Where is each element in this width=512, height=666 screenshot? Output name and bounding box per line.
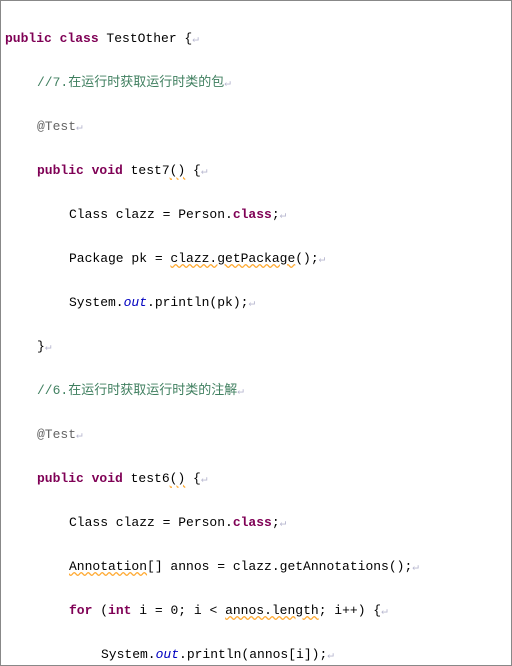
code: ; [272, 515, 280, 530]
code: System. [101, 647, 156, 662]
code: ; [272, 207, 280, 222]
keyword: int [108, 603, 139, 618]
code: ( [100, 603, 108, 618]
type: Annotation [69, 559, 147, 574]
crlf-icon: ↵ [76, 430, 83, 442]
code-line: for (int i = 0; i < annos.length; i++) {… [5, 600, 507, 623]
code-line: Class clazz = Person.class;↵ [5, 512, 507, 535]
code: Class clazz = Person. [69, 207, 233, 222]
code: ; i++) { [319, 603, 381, 618]
code-editor: public class TestOther {↵ //7.在运行时获取运行时类… [0, 0, 512, 666]
class-decl: TestOther { [106, 31, 192, 46]
brace: { [185, 163, 201, 178]
paren: () [170, 163, 186, 178]
method-name: test7 [131, 163, 170, 178]
static-field: out [124, 295, 147, 310]
paren: () [170, 471, 186, 486]
keyword: public class [5, 31, 106, 46]
code-line: @Test↵ [5, 424, 507, 447]
field: annos.length [225, 603, 319, 618]
code-line: System.out.println(pk);↵ [5, 292, 507, 315]
code-line: public void test7() {↵ [5, 160, 507, 183]
crlf-icon: ↵ [248, 298, 255, 310]
keyword: public void [37, 163, 131, 178]
code-line: }↵ [5, 336, 507, 359]
code-line: Annotation[] annos = clazz.getAnnotation… [5, 556, 507, 579]
crlf-icon: ↵ [280, 210, 287, 222]
call: clazz.getPackage [170, 251, 295, 266]
code-line: System.out.println(annos[i]);↵ [5, 644, 507, 666]
crlf-icon: ↵ [201, 166, 208, 178]
code: System. [69, 295, 124, 310]
code-line: Class clazz = Person.class;↵ [5, 204, 507, 227]
crlf-icon: ↵ [201, 474, 208, 486]
code-line: Package pk = clazz.getPackage();↵ [5, 248, 507, 271]
code: (); [295, 251, 318, 266]
keyword: for [69, 603, 100, 618]
crlf-icon: ↵ [76, 122, 83, 134]
crlf-icon: ↵ [412, 562, 419, 574]
brace: { [185, 471, 201, 486]
annotation: @Test [37, 119, 76, 134]
crlf-icon: ↵ [45, 342, 52, 354]
keyword: public void [37, 471, 131, 486]
code-line: public class TestOther {↵ [5, 28, 507, 51]
code: [] annos = clazz.getAnnotations(); [147, 559, 412, 574]
crlf-icon: ↵ [327, 650, 334, 662]
annotation: @Test [37, 427, 76, 442]
code-line: //7.在运行时获取运行时类的包↵ [5, 72, 507, 95]
static-field: out [156, 647, 179, 662]
crlf-icon: ↵ [280, 518, 287, 530]
crlf-icon: ↵ [381, 606, 388, 618]
brace: } [37, 339, 45, 354]
crlf-icon: ↵ [319, 254, 326, 266]
crlf-icon: ↵ [224, 78, 231, 90]
code: Package pk = [69, 251, 170, 266]
crlf-icon: ↵ [192, 34, 199, 46]
comment: //7.在运行时获取运行时类的包 [37, 75, 224, 90]
comment: //6.在运行时获取运行时类的注解 [37, 383, 237, 398]
code: .println(annos[i]); [179, 647, 327, 662]
code-line: //6.在运行时获取运行时类的注解↵ [5, 380, 507, 403]
code: .println(pk); [147, 295, 248, 310]
keyword: class [233, 207, 272, 222]
crlf-icon: ↵ [237, 386, 244, 398]
method-name: test6 [131, 471, 170, 486]
keyword: class [233, 515, 272, 530]
code: i = 0; i < [139, 603, 225, 618]
code-line: @Test↵ [5, 116, 507, 139]
code-line: public void test6() {↵ [5, 468, 507, 491]
code: Class clazz = Person. [69, 515, 233, 530]
